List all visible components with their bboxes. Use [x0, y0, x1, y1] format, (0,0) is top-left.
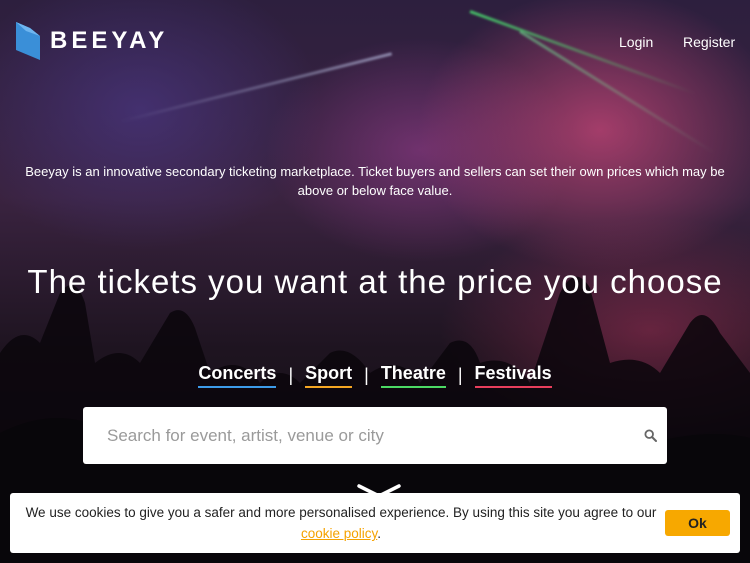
category-festivals[interactable]: Festivals — [474, 363, 552, 388]
stage-light-beam — [119, 52, 393, 123]
hero-headline: The tickets you want at the price you ch… — [27, 263, 723, 300]
search-icon[interactable] — [644, 429, 657, 442]
brand-name: BEEYAY — [50, 27, 169, 54]
cookie-text: We use cookies to give you a safer and m… — [25, 505, 657, 520]
cookie-suffix: . — [377, 526, 382, 541]
category-theatre[interactable]: Theatre — [380, 363, 446, 388]
category-nav: Concerts | Sport | Theatre | Festivals — [0, 363, 750, 388]
cookie-message: We use cookies to give you a safer and m… — [22, 502, 660, 544]
search-input[interactable] — [107, 407, 627, 464]
category-separator: | — [288, 365, 294, 385]
category-sport[interactable]: Sport — [305, 363, 353, 388]
category-separator: | — [457, 365, 463, 385]
login-link[interactable]: Login — [619, 34, 653, 50]
cookie-ok-button[interactable]: Ok — [665, 510, 730, 536]
cookie-policy-link[interactable]: cookie policy — [301, 526, 377, 541]
intro-text: Beeyay is an innovative secondary ticket… — [25, 164, 725, 198]
cookie-banner: We use cookies to give you a safer and m… — [10, 493, 740, 553]
beeyay-logo-icon — [16, 22, 40, 60]
brand-logo[interactable]: BEEYAY — [16, 22, 168, 60]
category-separator: | — [364, 365, 369, 385]
category-concerts[interactable]: Concerts — [198, 363, 277, 388]
stage-light-beam — [469, 10, 697, 95]
search-box — [83, 407, 667, 464]
register-link[interactable]: Register — [683, 34, 735, 50]
